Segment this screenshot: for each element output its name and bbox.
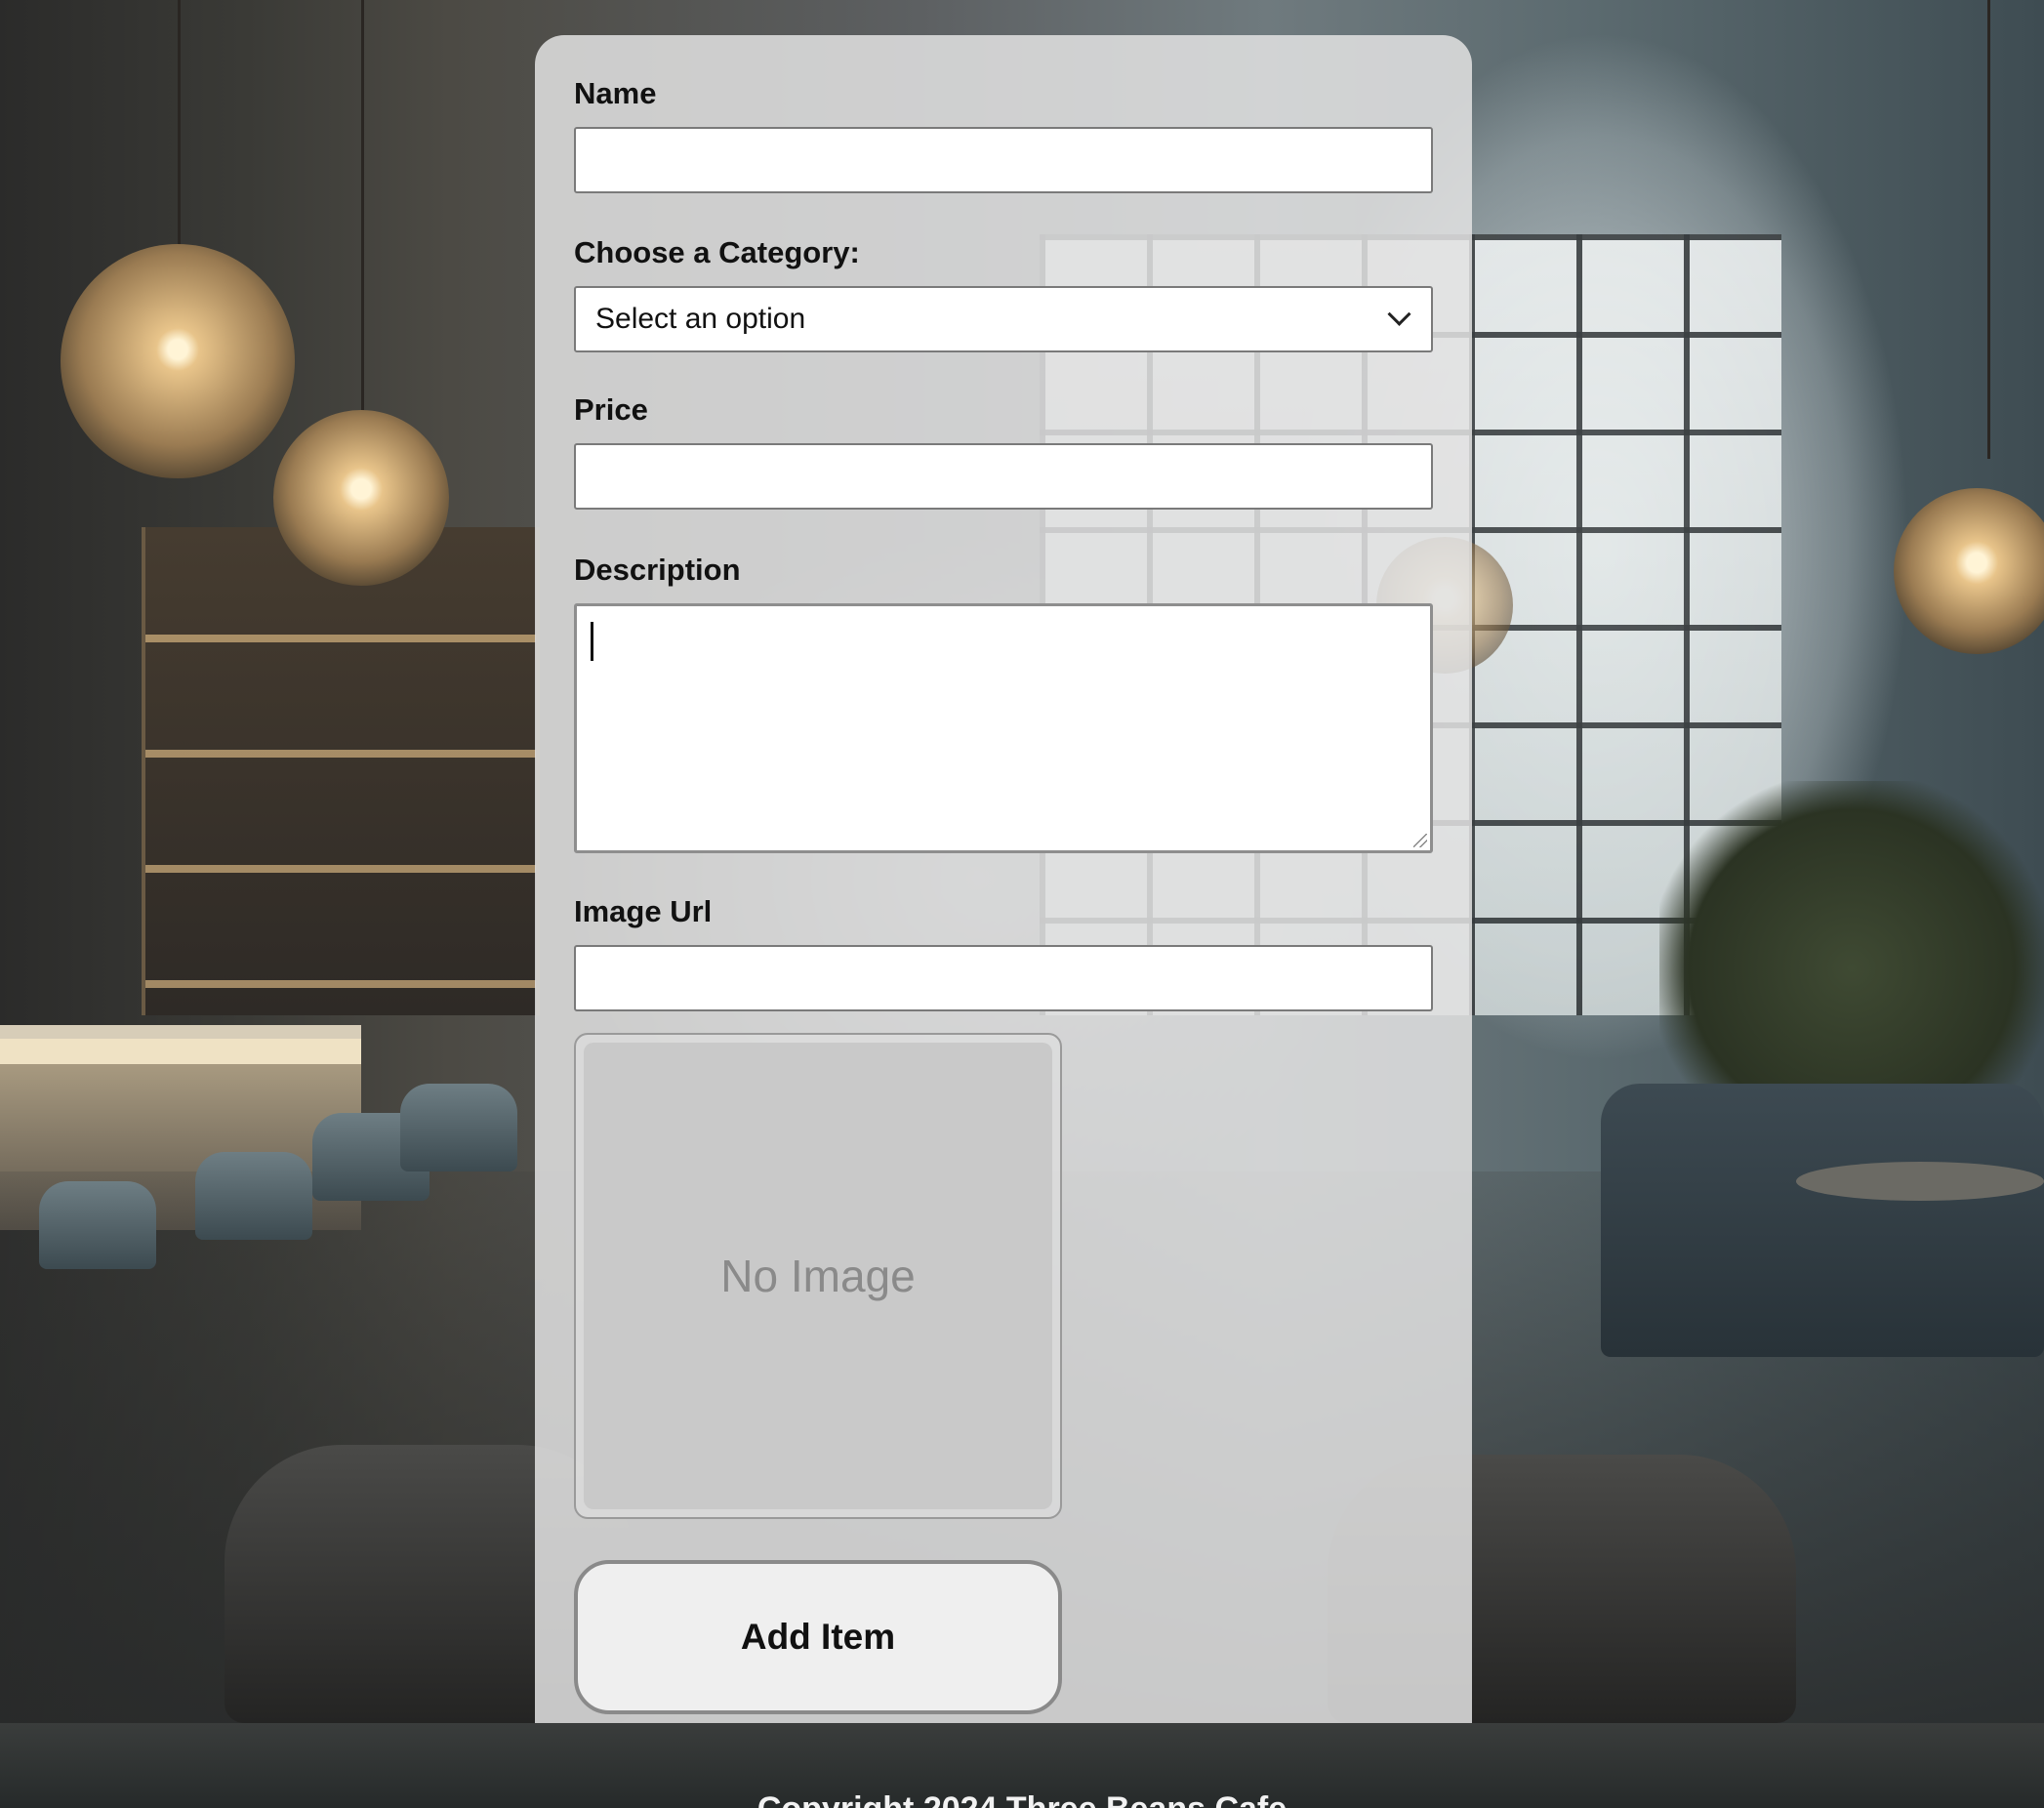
footer-copyright: Copyright 2024 Three Beans Cafe <box>0 1790 2044 1808</box>
image-url-input[interactable] <box>574 945 1433 1011</box>
category-select-value: Select an option <box>595 303 806 335</box>
name-input[interactable] <box>574 127 1433 193</box>
pendant-lamp <box>1894 488 2044 654</box>
description-textarea[interactable] <box>574 603 1433 853</box>
price-label: Price <box>574 392 648 427</box>
category-label: Choose a Category: <box>574 235 860 269</box>
background-sofa <box>1601 1084 2044 1357</box>
image-preview-placeholder: No Image <box>584 1043 1052 1509</box>
background-stool <box>400 1084 517 1171</box>
category-select[interactable]: Select an option <box>574 286 1433 352</box>
image-url-label: Image Url <box>574 894 713 928</box>
image-preview: No Image <box>574 1033 1062 1519</box>
pendant-lamp <box>273 410 449 586</box>
add-item-form: Name Choose a Category: Select an option… <box>535 35 1472 1755</box>
pendant-lamp <box>61 244 295 478</box>
text-caret <box>591 622 593 661</box>
background-stool <box>39 1181 156 1269</box>
description-label: Description <box>574 553 741 587</box>
resize-handle-icon[interactable] <box>1413 834 1427 847</box>
background-stool <box>195 1152 312 1240</box>
background-table <box>1796 1162 2044 1201</box>
price-input[interactable] <box>574 443 1433 510</box>
lamp-cord <box>1987 0 1990 459</box>
lamp-cord <box>361 0 364 410</box>
no-image-text: No Image <box>720 1251 916 1301</box>
background-plant <box>1659 781 2044 1093</box>
chevron-down-icon <box>1387 302 1411 326</box>
background-shelf <box>142 527 540 1015</box>
name-label: Name <box>574 76 657 110</box>
lamp-cord <box>178 0 181 254</box>
add-item-button[interactable]: Add Item <box>574 1560 1062 1714</box>
